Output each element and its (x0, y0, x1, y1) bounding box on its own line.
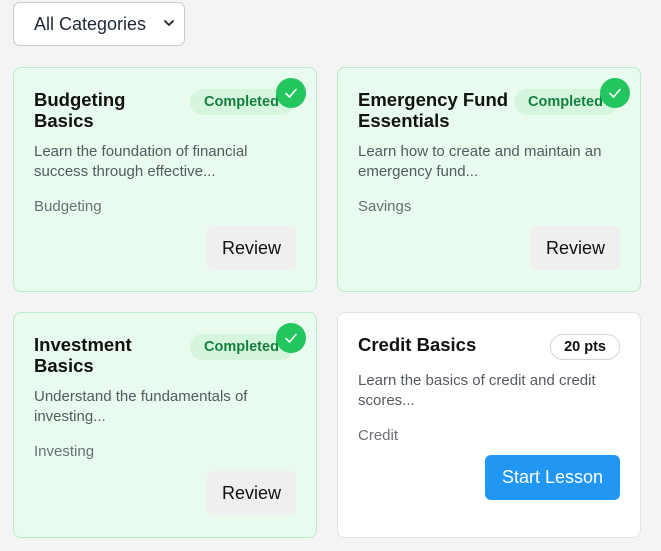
chevron-down-icon (164, 20, 174, 26)
lesson-card-emergency-fund-essentials[interactable]: Emergency Fund Essentials Completed Lear… (337, 67, 641, 292)
review-button[interactable]: Review (531, 226, 620, 270)
start-lesson-button[interactable]: Start Lesson (485, 455, 620, 500)
category-filter-select[interactable]: All Categories (13, 2, 185, 46)
lesson-title: Credit Basics (358, 334, 477, 355)
check-icon (276, 78, 306, 108)
lesson-description: Understand the fundamentals of investing… (34, 388, 248, 425)
lesson-title: Emergency Fund Essentials (358, 89, 509, 131)
lesson-title: Investment Basics (34, 334, 132, 376)
lesson-category: Investing (34, 443, 95, 460)
lesson-category: Savings (358, 198, 412, 215)
check-icon (276, 323, 306, 353)
lesson-description: Learn the foundation of financial succes… (34, 143, 248, 180)
lesson-card-credit-basics[interactable]: Credit Basics 20 pts Learn the basics of… (337, 312, 641, 538)
check-icon (600, 78, 630, 108)
lesson-title: Budgeting Basics (34, 89, 126, 131)
lesson-category: Budgeting (34, 198, 102, 215)
category-filter-value: All Categories (34, 13, 147, 34)
points-badge: 20 pts (550, 334, 620, 360)
review-button[interactable]: Review (207, 471, 296, 515)
lesson-description: Learn how to create and maintain an emer… (358, 143, 602, 180)
review-button[interactable]: Review (207, 226, 296, 270)
lesson-card-investment-basics[interactable]: Investment Basics Completed Understand t… (13, 312, 317, 538)
lesson-description: Learn the basics of credit and credit sc… (358, 372, 596, 409)
lesson-card-budgeting-basics[interactable]: Budgeting Basics Completed Learn the fou… (13, 67, 317, 292)
lesson-category: Credit (358, 427, 399, 444)
